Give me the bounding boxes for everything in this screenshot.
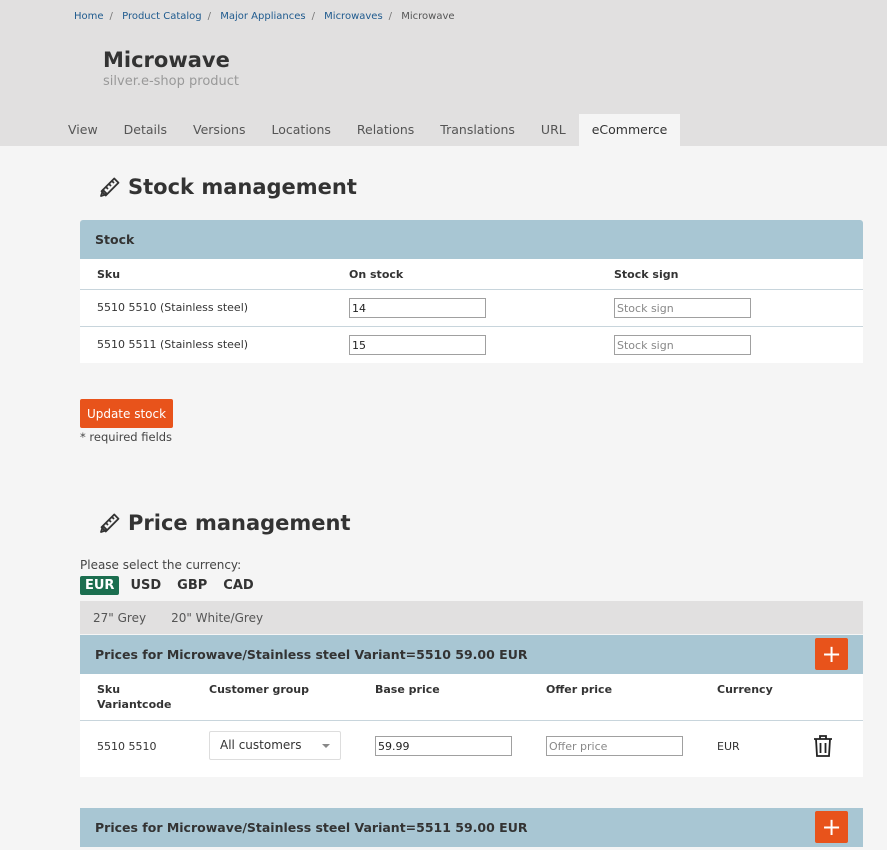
col-sku: Sku xyxy=(97,683,121,696)
currency-label: Please select the currency: xyxy=(80,558,242,572)
tab-bar: View Details Versions Locations Relation… xyxy=(55,114,681,146)
breadcrumb-microwaves[interactable]: Microwaves xyxy=(324,11,383,22)
table-row: 5510 5511 (Stainless steel) xyxy=(80,327,863,363)
price-section-title-text: Price management xyxy=(128,511,351,535)
stock-sign-input[interactable] xyxy=(614,298,751,318)
col-currency: Currency xyxy=(717,683,773,696)
tab-details[interactable]: Details xyxy=(111,114,180,146)
breadcrumb: Home / Product Catalog / Major Appliances /… xyxy=(74,11,455,22)
price-block-header: Prices for Microwave/Stainless steel Var… xyxy=(80,635,863,674)
sku-cell: 5510 5511 (Stainless steel) xyxy=(97,338,249,351)
ruler-pencil-icon xyxy=(100,513,120,533)
breadcrumb-product-catalog[interactable]: Product Catalog xyxy=(122,11,202,22)
chevron-down-icon xyxy=(322,744,330,748)
base-price-input[interactable] xyxy=(375,736,512,756)
on-stock-input[interactable] xyxy=(349,335,486,355)
stock-table: Sku On stock Stock sign 5510 5510 (Stain… xyxy=(80,259,863,363)
customer-group-value: All customers xyxy=(220,738,302,752)
price-table: Sku Variantcode Customer group Base pric… xyxy=(80,674,863,777)
price-block-title: Prices for Microwave/Stainless steel Var… xyxy=(95,647,528,662)
stock-panel-header: Stock xyxy=(80,220,863,259)
required-fields-note: * required fields xyxy=(80,430,173,444)
currency-eur[interactable]: EUR xyxy=(80,576,120,595)
col-base-price: Base price xyxy=(375,683,440,696)
breadcrumb-home[interactable]: Home xyxy=(74,11,104,22)
variant-20-white-grey[interactable]: 20" White/Grey xyxy=(171,611,263,625)
price-section-title: Price management xyxy=(98,511,351,535)
col-offer-price: Offer price xyxy=(546,683,613,696)
page-header: Home / Product Catalog / Major Appliances /… xyxy=(0,0,887,146)
table-row: 5510 5510 (Stainless steel) xyxy=(80,290,863,327)
sku-cell: 5510 5510 (Stainless steel) xyxy=(97,301,249,314)
price-block-header: Prices for Microwave/Stainless steel Var… xyxy=(80,808,863,847)
col-customer-group: Customer group xyxy=(209,683,310,696)
page-title: Microwave xyxy=(103,48,230,72)
price-block-title: Prices for Microwave/Stainless steel Var… xyxy=(95,820,528,835)
col-sku: Sku xyxy=(97,268,121,281)
customer-group-select[interactable]: All customers xyxy=(209,731,341,760)
variant-27-grey[interactable]: 27" Grey xyxy=(93,611,146,625)
breadcrumb-current: Microwave xyxy=(401,11,455,22)
stock-table-header: Sku On stock Stock sign xyxy=(80,259,863,290)
currency-gbp[interactable]: GBP xyxy=(172,576,212,595)
variant-filter-bar: 27" Grey 20" White/Grey xyxy=(80,601,863,634)
plus-icon: + xyxy=(821,640,842,668)
add-price-button[interactable]: + xyxy=(815,638,848,670)
plus-icon: + xyxy=(821,813,842,841)
currency-cad[interactable]: CAD xyxy=(218,576,258,595)
offer-price-input[interactable] xyxy=(546,736,683,756)
ruler-pencil-icon xyxy=(100,177,120,197)
add-price-button[interactable]: + xyxy=(815,811,848,843)
tab-locations[interactable]: Locations xyxy=(259,114,344,146)
on-stock-input[interactable] xyxy=(349,298,486,318)
trash-icon[interactable] xyxy=(812,734,834,758)
tab-url[interactable]: URL xyxy=(528,114,579,146)
currency-cell: EUR xyxy=(717,740,740,753)
price-sku-cell: 5510 5510 xyxy=(97,740,157,753)
col-variantcode: Variantcode xyxy=(97,698,172,711)
page-subtitle: silver.e-shop product xyxy=(103,74,240,89)
stock-sign-input[interactable] xyxy=(614,335,751,355)
tab-relations[interactable]: Relations xyxy=(344,114,427,146)
currency-selector: EUR USD GBP CAD xyxy=(80,576,259,595)
tab-versions[interactable]: Versions xyxy=(180,114,258,146)
stock-section-title-text: Stock management xyxy=(128,175,357,199)
stock-section-title: Stock management xyxy=(98,175,357,199)
tab-translations[interactable]: Translations xyxy=(427,114,528,146)
breadcrumb-major-appliances[interactable]: Major Appliances xyxy=(220,11,305,22)
col-on-stock: On stock xyxy=(349,268,404,281)
price-table-header: Sku Variantcode Customer group Base pric… xyxy=(80,674,863,721)
tab-ecommerce[interactable]: eCommerce xyxy=(578,114,681,146)
tab-view[interactable]: View xyxy=(55,114,111,146)
col-stock-sign: Stock sign xyxy=(614,268,679,281)
currency-usd[interactable]: USD xyxy=(125,576,166,595)
update-stock-button[interactable]: Update stock xyxy=(80,399,173,428)
